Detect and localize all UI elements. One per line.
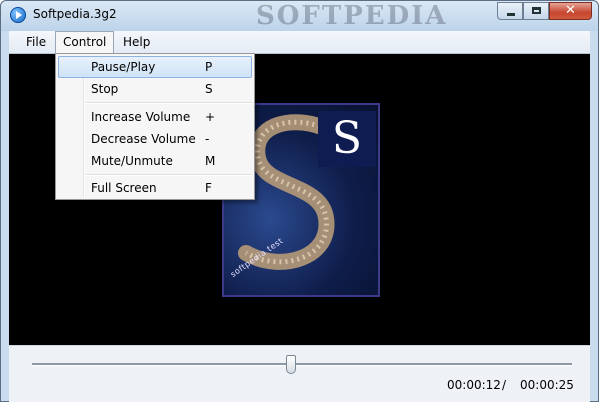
control-menu-dropdown: Pause/Play P Stop S Increase Volume + De… bbox=[55, 53, 255, 200]
menu-bar: File Control Help bbox=[9, 31, 590, 54]
menu-item-stop[interactable]: Stop S bbox=[58, 78, 252, 100]
menu-item-label: Increase Volume bbox=[91, 110, 191, 124]
minimize-icon bbox=[507, 13, 515, 16]
menu-item-full-screen[interactable]: Full Screen F bbox=[58, 177, 252, 199]
close-icon: ✕ bbox=[565, 3, 576, 18]
menu-item-decrease-volume[interactable]: Decrease Volume - bbox=[58, 128, 252, 150]
menu-item-shortcut: P bbox=[205, 60, 213, 74]
menu-item-shortcut: F bbox=[205, 181, 212, 195]
maximize-icon bbox=[532, 7, 541, 14]
menu-item-label: Pause/Play bbox=[91, 60, 156, 74]
seek-thumb[interactable] bbox=[286, 355, 297, 374]
seek-track[interactable] bbox=[32, 363, 572, 366]
menu-item-label: Full Screen bbox=[91, 181, 157, 195]
close-button[interactable]: ✕ bbox=[549, 2, 592, 20]
menu-separator bbox=[86, 102, 252, 104]
menu-item-pause-play[interactable]: Pause/Play P bbox=[58, 56, 252, 78]
minimize-button[interactable] bbox=[497, 2, 523, 20]
title-bar[interactable]: Softpedia.3g2 SOFTPEDIA ✕ bbox=[1, 1, 598, 31]
menu-item-mute-unmute[interactable]: Mute/Unmute M bbox=[58, 150, 252, 172]
current-time: 00:00:12 bbox=[447, 378, 501, 392]
total-time: 00:00:25 bbox=[520, 378, 574, 392]
menu-item-label: Stop bbox=[91, 82, 119, 96]
playback-controls: 00:00:12 / 00:00:25 bbox=[9, 345, 590, 402]
menu-item-label: Decrease Volume bbox=[91, 132, 196, 146]
poster-logo: S bbox=[318, 111, 376, 167]
time-separator: / bbox=[502, 378, 507, 392]
menu-item-shortcut: + bbox=[205, 110, 216, 124]
maximize-button[interactable] bbox=[523, 2, 549, 20]
play-circle-icon[interactable] bbox=[10, 7, 26, 23]
softpedia-watermark: SOFTPEDIA bbox=[256, 1, 448, 31]
menu-item-shortcut: M bbox=[205, 154, 216, 168]
window-title: Softpedia.3g2 bbox=[33, 7, 117, 21]
menu-item-shortcut: S bbox=[205, 82, 213, 96]
menu-file[interactable]: File bbox=[19, 31, 53, 53]
window-controls: ✕ bbox=[497, 2, 592, 21]
menu-item-label: Mute/Unmute bbox=[91, 154, 173, 168]
menu-item-shortcut: - bbox=[205, 132, 210, 146]
player-window: Softpedia.3g2 SOFTPEDIA ✕ File Control H… bbox=[0, 0, 599, 402]
menu-separator bbox=[86, 174, 252, 176]
menu-help[interactable]: Help bbox=[116, 31, 157, 53]
menu-item-increase-volume[interactable]: Increase Volume + bbox=[58, 106, 252, 128]
menu-control[interactable]: Control bbox=[55, 31, 115, 53]
